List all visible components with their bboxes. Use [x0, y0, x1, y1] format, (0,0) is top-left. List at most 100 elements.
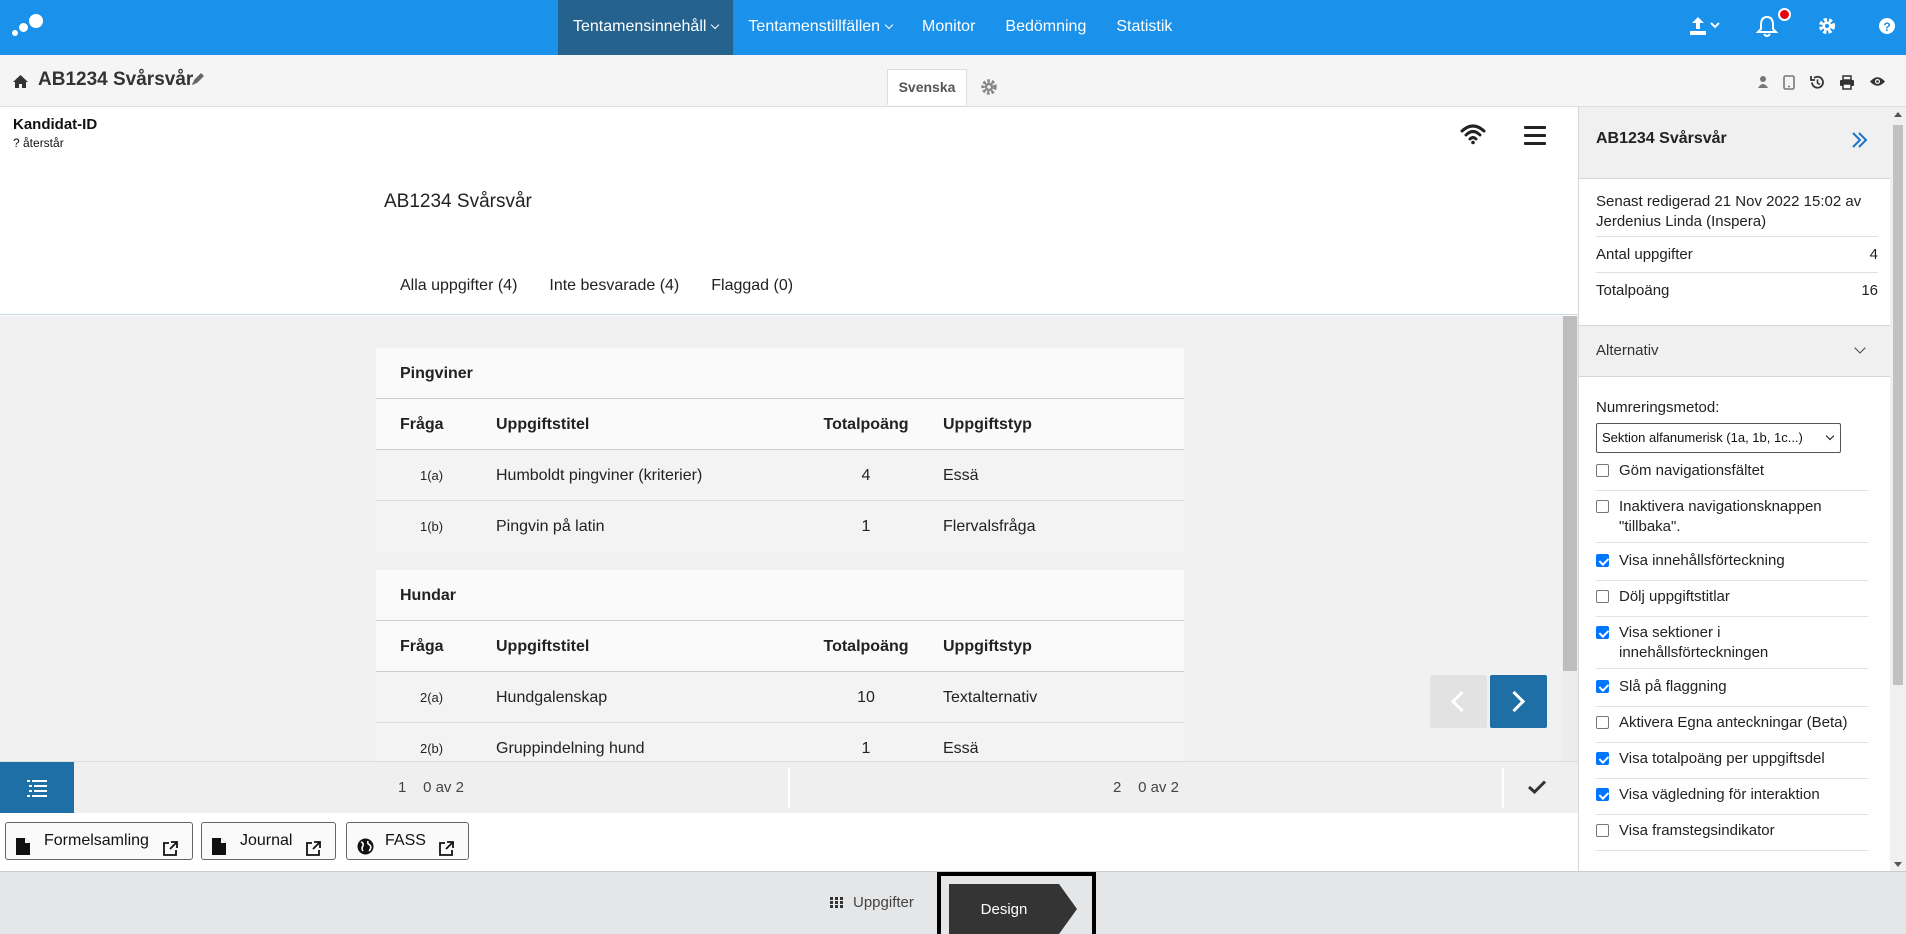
question-points: 1	[861, 740, 871, 757]
list-icon	[27, 780, 47, 797]
checkbox[interactable]	[1596, 824, 1609, 837]
checkbox[interactable]	[1596, 500, 1609, 513]
alternatives-accordion[interactable]: Alternativ	[1579, 326, 1891, 377]
language-settings-icon[interactable]	[980, 78, 998, 101]
filter-not-answered[interactable]: Inte besvarade (4)	[549, 277, 679, 295]
scrollbar-thumb[interactable]	[1563, 316, 1577, 671]
candidate-header: Kandidat-ID ? återstår AB1234 Svårsvår A…	[0, 107, 1578, 315]
resource-label: Formelsamling	[44, 832, 149, 849]
checkbox[interactable]	[1596, 716, 1609, 729]
option-label: Visa sektioner i innehållsförteckningen	[1619, 624, 1769, 661]
section-hundar: Hundar Fråga Uppgiftstitel Totalpoäng Up…	[376, 570, 1184, 761]
option-hide-navigation[interactable]: Göm navigationsfältet	[1596, 461, 1868, 491]
menu-hamburger-icon[interactable]	[1524, 126, 1546, 150]
history-icon[interactable]	[1809, 75, 1825, 95]
upload-icon[interactable]	[1689, 15, 1723, 42]
resource-button-fass[interactable]: FASS	[346, 822, 469, 860]
option-enable-flagging[interactable]: Slå på flaggning	[1596, 677, 1868, 707]
document-title: AB1234 Svårsvår	[384, 191, 532, 212]
pencil-icon[interactable]	[190, 71, 206, 92]
alternatives-label: Alternativ	[1596, 342, 1659, 359]
nav-item-bedomning[interactable]: Bedömning	[990, 0, 1101, 55]
option-points-per-part[interactable]: Visa totalpoäng per uppgiftsdel	[1596, 749, 1868, 779]
progress-bar: 1 0 av 2 2 0 av 2	[0, 761, 1578, 814]
nav-item-statistik[interactable]: Statistik	[1101, 0, 1187, 55]
tasks-tab[interactable]: Uppgifter	[830, 894, 914, 911]
checkbox-checked[interactable]	[1596, 788, 1609, 801]
table-row[interactable]: 2(a) Hundgalenskap 10 Textalternativ	[376, 672, 1184, 723]
tab-arrow	[1059, 884, 1077, 934]
segment-status: 0 av 2	[423, 779, 464, 796]
checkbox-checked[interactable]	[1596, 554, 1609, 567]
progress-segment-1[interactable]: 1 0 av 2	[74, 762, 788, 814]
nav-item-monitor[interactable]: Monitor	[907, 0, 990, 55]
notification-badge	[1778, 8, 1791, 21]
resource-button-formelsamling[interactable]: Formelsamling	[5, 822, 193, 860]
content-scrollbar[interactable]	[1562, 316, 1578, 761]
print-icon[interactable]	[1839, 75, 1855, 95]
question-type: Essä	[943, 467, 979, 484]
home-icon[interactable]	[12, 74, 29, 94]
bell-icon[interactable]	[1755, 14, 1779, 43]
checkbox[interactable]	[1596, 464, 1609, 477]
help-icon[interactable]: ?	[1878, 17, 1896, 40]
time-remaining: ? återstår	[13, 136, 64, 150]
document-icon	[212, 833, 226, 869]
column-header-type: Uppgiftstyp	[943, 638, 1032, 655]
question-points: 10	[857, 689, 875, 706]
option-interaction-guidance[interactable]: Visa vägledning för interaktion	[1596, 785, 1868, 815]
next-page-button[interactable]	[1490, 675, 1547, 728]
design-tab-label: Design	[949, 884, 1059, 934]
tablet-icon[interactable]	[1783, 75, 1795, 95]
table-row[interactable]: 1(a) Humboldt pingviner (kriterier) 4 Es…	[376, 450, 1184, 501]
nav-item-tentamenstillfallen[interactable]: Tentamenstillfällen	[733, 0, 907, 55]
collapse-panel-icon[interactable]	[1851, 131, 1869, 154]
panel-scrollbar[interactable]	[1890, 107, 1906, 871]
table-row[interactable]: 1(b) Pingvin på latin 1 Flervalsfråga	[376, 501, 1184, 552]
question-title: Pingvin på latin	[496, 518, 605, 535]
eye-icon[interactable]	[1869, 75, 1886, 95]
checkbox-checked[interactable]	[1596, 626, 1609, 639]
option-disable-back[interactable]: Inaktivera navigationsknappen "tillbaka"…	[1596, 497, 1868, 543]
filter-all-tasks[interactable]: Alla uppgifter (4)	[400, 277, 517, 295]
nav-item-tentamensinnehall[interactable]: Tentamensinnehåll	[558, 0, 734, 55]
checkbox-checked[interactable]	[1596, 680, 1609, 693]
option-show-toc[interactable]: Visa innehållsförteckning	[1596, 551, 1868, 581]
person-icon[interactable]	[1757, 75, 1769, 95]
question-title: Humboldt pingviner (kriterier)	[496, 467, 703, 484]
exam-title: AB1234 Svårsvår	[38, 69, 194, 90]
inspera-logo[interactable]	[10, 12, 46, 42]
gear-icon[interactable]	[1817, 16, 1837, 41]
table-row[interactable]: 2(b) Gruppindelning hund 1 Essä	[376, 723, 1184, 761]
stat-total-points: Totalpoäng 16	[1596, 272, 1878, 308]
language-tab[interactable]: Svenska	[887, 69, 967, 105]
panel-title: AB1234 Svårsvår	[1596, 130, 1727, 147]
question-points: 4	[861, 467, 871, 484]
previous-page-button[interactable]	[1430, 675, 1487, 728]
scroll-down-arrow[interactable]	[1894, 862, 1902, 867]
main-menu: Tentamensinnehåll Tentamenstillfällen Mo…	[558, 0, 1187, 55]
option-show-sections[interactable]: Visa sektioner i innehållsförteckningen	[1596, 623, 1868, 669]
filter-flagged[interactable]: Flaggad (0)	[711, 277, 793, 295]
option-hide-task-titles[interactable]: Dölj uppgiftstitlar	[1596, 587, 1868, 617]
wifi-icon	[1460, 123, 1486, 150]
checkbox[interactable]	[1596, 590, 1609, 603]
option-own-notes[interactable]: Aktivera Egna anteckningar (Beta)	[1596, 713, 1868, 743]
checkbox-checked[interactable]	[1596, 752, 1609, 765]
option-progress-indicator[interactable]: Visa framstegsindikator	[1596, 821, 1868, 851]
scrollbar-thumb[interactable]	[1893, 125, 1903, 685]
submit-check-icon[interactable]	[1527, 780, 1547, 799]
bottom-navigation-bar: Uppgifter Design	[0, 871, 1906, 934]
column-header-points: Totalpoäng	[823, 638, 909, 655]
scroll-up-arrow[interactable]	[1894, 112, 1902, 117]
external-link-icon	[163, 834, 178, 870]
progress-segment-2[interactable]: 2 0 av 2	[790, 762, 1502, 814]
panel-header: AB1234 Svårsvår	[1579, 107, 1891, 179]
resource-button-journal[interactable]: Journal	[201, 822, 336, 860]
design-tab[interactable]: Design	[937, 872, 1096, 934]
numbering-method-select[interactable]: Sektion alfanumerisk (1a, 1b, 1c...)	[1596, 423, 1841, 453]
column-header-title: Uppgiftstitel	[496, 638, 590, 655]
question-number: 1(a)	[420, 468, 444, 483]
table-of-contents-button[interactable]	[0, 762, 74, 814]
resource-label: FASS	[385, 832, 426, 849]
